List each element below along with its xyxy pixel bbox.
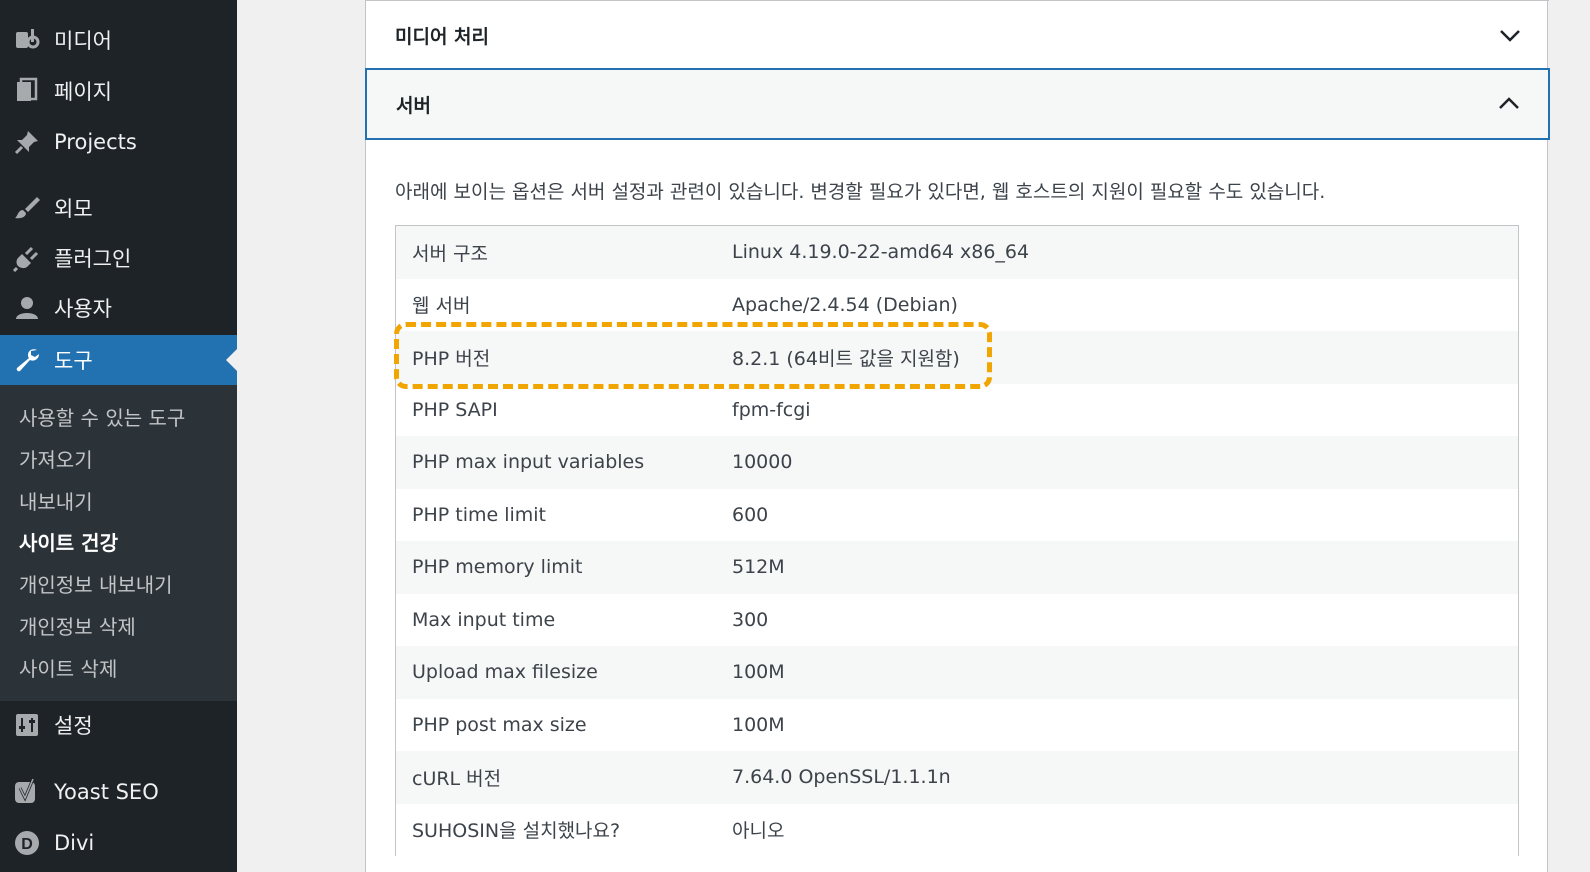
table-row: PHP post max size 100M — [396, 698, 1518, 751]
row-value: 10000 — [732, 451, 793, 474]
sidebar-item-yoast-seo[interactable]: Yoast SEO — [0, 767, 237, 817]
table-row: Max input time 300 — [396, 593, 1518, 646]
accordion-title: 서버 — [396, 94, 431, 117]
row-value: 8.2.1 (64비트 값을 지원함) — [732, 347, 960, 370]
sidebar-item-label: 도구 — [54, 349, 93, 373]
appearance-brush-icon — [13, 194, 41, 222]
table-row: PHP SAPI fpm-fcgi — [396, 383, 1518, 436]
submenu-item-export-personal-data[interactable]: 개인정보 내보내기 — [19, 569, 173, 598]
row-key: PHP SAPI — [412, 398, 498, 421]
server-section-description: 아래에 보이는 옵션은 서버 설정과 관련이 있습니다. 변경할 필요가 있다면… — [395, 181, 1326, 203]
chevron-down-icon — [1500, 30, 1520, 42]
row-value: 7.64.0 OpenSSL/1.1.1n — [732, 766, 951, 789]
sidebar-item-projects[interactable]: Projects — [0, 117, 237, 167]
submenu-item-import[interactable]: 가져오기 — [19, 444, 93, 473]
row-key: Upload max filesize — [412, 661, 598, 684]
table-row: Upload max filesize 100M — [396, 646, 1518, 699]
yoast-icon — [13, 778, 41, 806]
plugin-icon — [13, 244, 41, 272]
accordion-title: 미디어 처리 — [395, 25, 490, 48]
table-row: cURL 버전 7.64.0 OpenSSL/1.1.1n — [396, 751, 1518, 804]
table-row: 서버 구조 Linux 4.19.0-22-amd64 x86_64 — [396, 226, 1518, 279]
sidebar-item-pages[interactable]: 페이지 — [0, 66, 237, 116]
sidebar-item-appearance[interactable]: 외모 — [0, 183, 237, 233]
row-value: 300 — [732, 608, 769, 631]
table-row: PHP max input variables 10000 — [396, 436, 1518, 489]
media-icon — [13, 26, 41, 54]
sidebar-item-media[interactable]: 미디어 — [0, 15, 237, 65]
admin-sidebar: 미디어 페이지 Projects 외모 플러그인 사용자 도구 사용할 수 있는… — [0, 0, 237, 872]
row-value: 600 — [732, 503, 769, 526]
sidebar-item-label: 사용자 — [54, 297, 112, 321]
tools-submenu: 사용할 수 있는 도구 가져오기 내보내기 사이트 건강 개인정보 내보내기 개… — [0, 385, 237, 701]
sidebar-item-label: 미디어 — [54, 29, 112, 53]
sidebar-item-tools[interactable]: 도구 — [0, 335, 237, 385]
row-key: 서버 구조 — [412, 242, 488, 265]
sidebar-item-divi[interactable]: D Divi — [0, 818, 237, 868]
sidebar-item-label: Projects — [54, 130, 137, 154]
accordion-server[interactable]: 서버 — [365, 68, 1550, 140]
row-key: PHP memory limit — [412, 556, 583, 579]
row-value: Linux 4.19.0-22-amd64 x86_64 — [732, 241, 1030, 264]
table-row: 웹 서버 Apache/2.4.54 (Debian) — [396, 278, 1518, 331]
site-health-info-panel: 미디어 처리 서버 아래에 보이는 옵션은 서버 설정과 관련이 있습니다. 변… — [365, 0, 1550, 872]
chevron-up-icon — [1499, 97, 1519, 109]
row-key: Max input time — [412, 608, 556, 631]
svg-text:D: D — [21, 836, 33, 853]
wrench-icon — [13, 346, 41, 374]
row-value: 100M — [732, 713, 785, 736]
settings-sliders-icon — [13, 711, 41, 739]
sidebar-item-label: 외모 — [54, 197, 93, 221]
submenu-item-export[interactable]: 내보내기 — [19, 486, 93, 515]
row-key: PHP 버전 — [412, 347, 491, 370]
sidebar-item-label: 설정 — [54, 714, 93, 738]
submenu-item-available-tools[interactable]: 사용할 수 있는 도구 — [19, 402, 185, 431]
table-row: SUHOSIN을 설치했나요? 아니오 — [396, 803, 1518, 856]
row-key: PHP time limit — [412, 503, 547, 526]
sidebar-item-label: 플러그인 — [54, 247, 132, 271]
row-value: fpm-fcgi — [732, 398, 811, 421]
submenu-item-site-health[interactable]: 사이트 건강 — [19, 527, 118, 556]
user-icon — [13, 294, 41, 322]
row-key: 웹 서버 — [412, 295, 471, 318]
submenu-item-delete-site[interactable]: 사이트 삭제 — [19, 653, 117, 682]
table-row: PHP time limit 600 — [396, 488, 1518, 541]
row-key: PHP max input variables — [412, 451, 645, 474]
pages-icon — [13, 77, 41, 105]
row-key: SUHOSIN을 설치했나요? — [412, 820, 621, 843]
row-value: Apache/2.4.54 (Debian) — [732, 293, 958, 316]
submenu-item-erase-personal-data[interactable]: 개인정보 삭제 — [19, 611, 136, 640]
row-key: PHP post max size — [412, 713, 587, 736]
accordion-media-handling[interactable]: 미디어 처리 — [366, 0, 1549, 70]
table-row: PHP memory limit 512M — [396, 541, 1518, 594]
sidebar-item-label: Divi — [54, 831, 95, 855]
row-value: 512M — [732, 556, 785, 579]
sidebar-item-settings[interactable]: 설정 — [0, 700, 237, 750]
sidebar-item-label: 페이지 — [54, 80, 112, 104]
sidebar-item-users[interactable]: 사용자 — [0, 283, 237, 333]
table-row: PHP 버전 8.2.1 (64비트 값을 지원함) — [396, 331, 1518, 384]
sidebar-item-plugins[interactable]: 플러그인 — [0, 233, 237, 283]
row-value: 100M — [732, 661, 785, 684]
sidebar-item-label: Yoast SEO — [54, 780, 159, 804]
pin-icon — [13, 128, 41, 156]
server-info-table: 서버 구조 Linux 4.19.0-22-amd64 x86_64 웹 서버 Ap… — [395, 225, 1519, 856]
divi-icon: D — [13, 829, 41, 857]
row-key: cURL 버전 — [412, 767, 502, 790]
row-value: 아니오 — [732, 820, 785, 843]
